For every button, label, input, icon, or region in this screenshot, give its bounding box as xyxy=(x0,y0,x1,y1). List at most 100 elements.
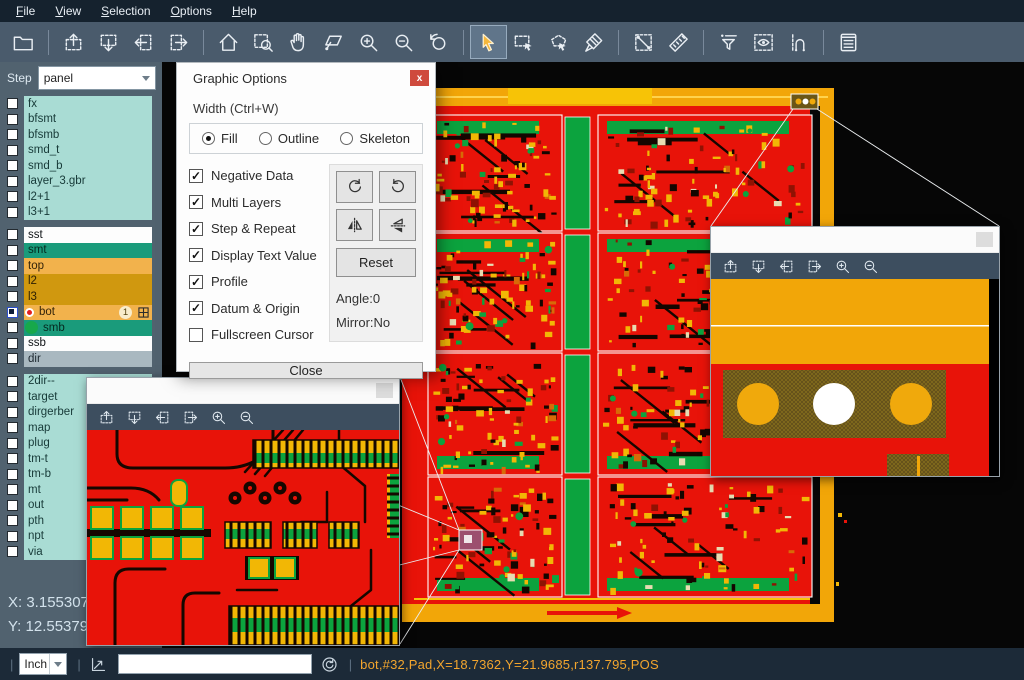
layer-checkbox[interactable] xyxy=(7,391,18,402)
menu-selection[interactable]: Selection xyxy=(91,2,160,20)
tool-trace-loop[interactable] xyxy=(781,26,816,58)
radio-outline[interactable]: Outline xyxy=(259,131,319,146)
tool-zoom-out[interactable] xyxy=(862,258,879,275)
menu-help[interactable]: Help xyxy=(222,2,267,20)
radio-skeleton[interactable]: Skeleton xyxy=(340,131,410,146)
magnifier-right-titlebar[interactable] xyxy=(711,227,999,253)
window-button[interactable] xyxy=(976,232,993,247)
tool-home[interactable] xyxy=(211,26,246,58)
flip-v-button[interactable] xyxy=(379,209,416,241)
tool-zoom-prev[interactable] xyxy=(421,26,456,58)
checkbox-negative-data[interactable]: ✓Negative Data xyxy=(189,168,323,183)
layer-checkbox[interactable] xyxy=(7,291,18,302)
close-icon[interactable]: x xyxy=(410,70,429,86)
tool-brush[interactable] xyxy=(576,26,611,58)
tool-route-view[interactable] xyxy=(316,26,351,58)
tool-zoom-window[interactable] xyxy=(246,26,281,58)
checkbox-box[interactable]: ✓ xyxy=(189,169,203,183)
dialog-titlebar[interactable]: Graphic Options x xyxy=(177,63,435,93)
layer-checkbox[interactable] xyxy=(7,229,18,240)
magnifier-left-view[interactable] xyxy=(87,430,399,645)
tool-pan-right[interactable] xyxy=(806,258,823,275)
layer-checkbox[interactable] xyxy=(7,500,18,511)
tool-poly-select[interactable] xyxy=(541,26,576,58)
checkbox-display-text-value[interactable]: ✓Display Text Value xyxy=(189,248,323,263)
checkbox-box[interactable] xyxy=(189,328,203,342)
layer-checkbox[interactable] xyxy=(7,453,18,464)
layer-row-bfsmb[interactable]: bfsmb xyxy=(0,127,162,143)
checkbox-box[interactable]: ✓ xyxy=(189,195,203,209)
layer-row-layer_3.gbr[interactable]: layer_3.gbr xyxy=(0,174,162,190)
layer-checkbox[interactable] xyxy=(7,438,18,449)
close-button[interactable]: Close xyxy=(189,362,423,379)
tool-ruler[interactable] xyxy=(661,26,696,58)
layer-row-bfsmt[interactable]: bfsmt xyxy=(0,112,162,128)
layer-row-top[interactable]: top xyxy=(0,258,162,274)
layer-checkbox[interactable] xyxy=(7,469,18,480)
layer-checkbox[interactable] xyxy=(7,245,18,256)
reset-button[interactable]: Reset xyxy=(336,248,416,277)
menu-file[interactable]: File xyxy=(6,2,45,20)
tool-pointer-select[interactable] xyxy=(471,26,506,58)
layer-row-l3[interactable]: l3 xyxy=(0,289,162,305)
rotate-cw-button[interactable] xyxy=(336,171,373,203)
layer-row-smd_b[interactable]: smd_b xyxy=(0,158,162,174)
layer-checkbox[interactable] xyxy=(7,322,18,333)
flip-h-button[interactable] xyxy=(336,209,373,241)
magnifier-left-titlebar[interactable] xyxy=(87,378,399,404)
layer-row-sst[interactable]: sst xyxy=(0,227,162,243)
layer-checkbox[interactable] xyxy=(7,531,18,542)
layer-row-smt[interactable]: smt xyxy=(0,243,162,259)
menu-options[interactable]: Options xyxy=(161,2,222,20)
layer-row-l3+1[interactable]: l3+1 xyxy=(0,205,162,221)
checkbox-box[interactable]: ✓ xyxy=(189,275,203,289)
checkbox-fullscreen-cursor[interactable]: Fullscreen Cursor xyxy=(189,327,323,342)
menu-view[interactable]: View xyxy=(45,2,91,20)
checkbox-step-repeat[interactable]: ✓Step & Repeat xyxy=(189,221,323,236)
layer-row-dir[interactable]: dir xyxy=(0,351,162,367)
tool-open-folder[interactable] xyxy=(6,26,41,58)
layer-checkbox[interactable] xyxy=(7,546,18,557)
layer-checkbox[interactable] xyxy=(7,353,18,364)
layer-row-smb[interactable]: smb xyxy=(0,320,162,336)
layer-checkbox[interactable] xyxy=(7,338,18,349)
layer-row-bot[interactable]: bot1 xyxy=(0,305,162,321)
checkbox-profile[interactable]: ✓Profile xyxy=(189,274,323,289)
layer-checkbox[interactable] xyxy=(7,114,18,125)
tool-pan-up[interactable] xyxy=(98,409,115,426)
layer-checkbox[interactable] xyxy=(7,145,18,156)
window-button[interactable] xyxy=(376,383,393,398)
checkbox-datum-origin[interactable]: ✓Datum & Origin xyxy=(189,301,323,316)
layer-checkbox[interactable] xyxy=(7,207,18,218)
layer-checkbox[interactable] xyxy=(7,376,18,387)
tool-view-eye[interactable] xyxy=(746,26,781,58)
layer-row-l2+1[interactable]: l2+1 xyxy=(0,189,162,205)
tool-zoom-in[interactable] xyxy=(210,409,227,426)
tool-pan-left[interactable] xyxy=(154,409,171,426)
tool-pan-right[interactable] xyxy=(182,409,199,426)
layer-row-smd_t[interactable]: smd_t xyxy=(0,143,162,159)
tool-pan-up[interactable] xyxy=(56,26,91,58)
layer-checkbox[interactable] xyxy=(7,160,18,171)
layer-checkbox[interactable] xyxy=(7,98,18,109)
tool-rect-select[interactable] xyxy=(506,26,541,58)
layer-checkbox[interactable] xyxy=(7,484,18,495)
tool-pan-down[interactable] xyxy=(91,26,126,58)
tool-zoom-in[interactable] xyxy=(351,26,386,58)
layer-checkbox[interactable] xyxy=(7,176,18,187)
tool-zoom-out[interactable] xyxy=(386,26,421,58)
layer-checkbox[interactable] xyxy=(7,191,18,202)
rotate-ccw-button[interactable] xyxy=(379,171,416,203)
tool-zoom-out[interactable] xyxy=(238,409,255,426)
checkbox-box[interactable]: ✓ xyxy=(189,222,203,236)
layer-checkbox[interactable] xyxy=(7,276,18,287)
tool-pan-down[interactable] xyxy=(126,409,143,426)
layer-checkbox[interactable] xyxy=(7,422,18,433)
angle-mode-icon[interactable] xyxy=(89,655,108,674)
command-input[interactable] xyxy=(118,654,312,674)
tool-pan-down[interactable] xyxy=(750,258,767,275)
magnifier-right-view[interactable] xyxy=(711,279,999,476)
step-select[interactable]: panel xyxy=(38,66,156,90)
checkbox-multi-layers[interactable]: ✓Multi Layers xyxy=(189,195,323,210)
layer-checkbox[interactable] xyxy=(7,129,18,140)
